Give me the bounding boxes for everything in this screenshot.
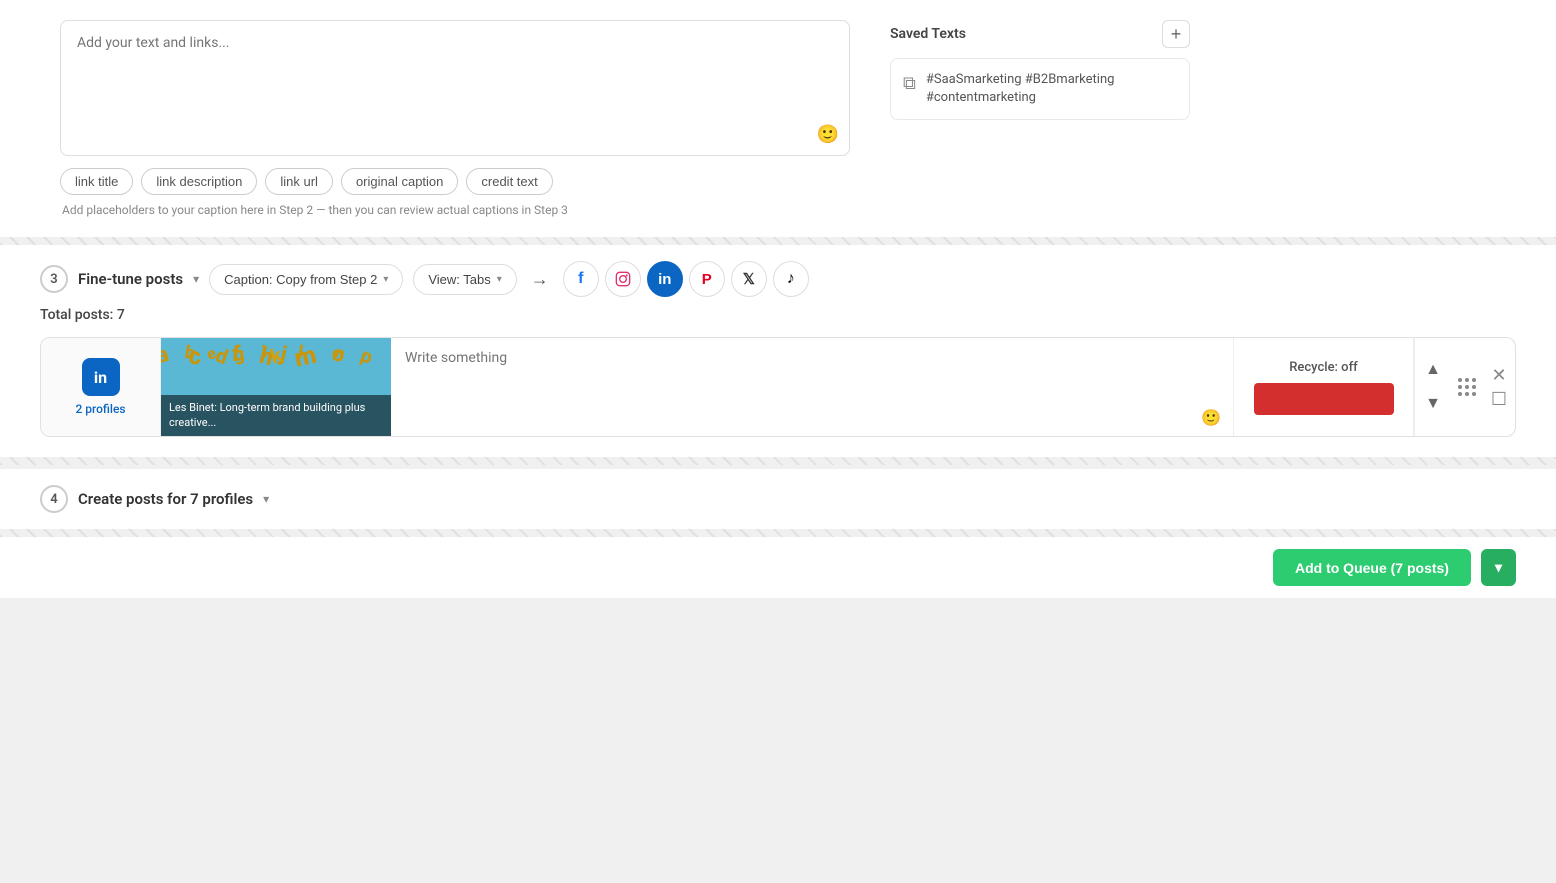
step4-title: Create posts for 7 profiles — [78, 490, 253, 508]
step4-chevron-icon: ▾ — [263, 492, 269, 506]
placeholder-hint: Add placeholders to your caption here in… — [60, 203, 850, 217]
view-dropdown[interactable]: View: Tabs ▾ — [413, 264, 516, 295]
arrow-right-icon: → — [531, 269, 549, 290]
step3-number: 3 — [40, 265, 68, 293]
post-image-col: a b c d e f g h i j k l m — [161, 338, 391, 436]
saved-texts-panel: Saved Texts + ⧉ #SaaSmarketing #B2Bmarke… — [890, 20, 1210, 217]
post-controls-col: ▲ ▼ — [1414, 338, 1515, 436]
expand-button[interactable]: ☐ — [1487, 387, 1511, 411]
social-icons-group: f in P 𝕏 ♪ — [563, 261, 809, 297]
twitter-social-btn[interactable]: 𝕏 — [731, 261, 767, 297]
post-recycle-col: Recycle: off — [1234, 338, 1414, 436]
post-image-caption: Les Binet: Long-term brand building plus… — [161, 395, 391, 436]
saved-texts-header: Saved Texts + — [890, 20, 1190, 48]
recycle-label: Recycle: off — [1289, 360, 1358, 375]
caption-dropdown[interactable]: Caption: Copy from Step 2 ▾ — [209, 264, 403, 295]
link-description-tag[interactable]: link description — [141, 168, 257, 195]
step3-section: 3 Fine-tune posts ▾ Caption: Copy from S… — [0, 245, 1556, 457]
dots-icon — [1458, 378, 1476, 396]
saved-text-content: #SaaSmarketing #B2Bmarketing #contentmar… — [926, 71, 1177, 107]
post-text-col: 🙂 — [391, 338, 1234, 436]
saved-text-item: ⧉ #SaaSmarketing #B2Bmarketing #contentm… — [890, 58, 1190, 120]
post-card: in 2 profiles a b c d e f — [40, 337, 1516, 437]
linkedin-in-text: in — [94, 368, 107, 387]
total-posts-label: Total posts: 7 — [40, 307, 1516, 323]
emoji-button[interactable]: 🙂 — [817, 124, 839, 145]
recycle-bar[interactable] — [1254, 383, 1394, 415]
linkedin-profile-icon: in — [82, 358, 120, 396]
step4-section: 4 Create posts for 7 profiles ▾ — [0, 469, 1556, 529]
placeholder-tags: link title link description link url ori… — [60, 168, 850, 195]
step3-title: Fine-tune posts — [78, 270, 183, 288]
text-input-area: 🙂 link title link description link url o… — [0, 20, 870, 217]
section-gap-3 — [0, 529, 1556, 537]
top-section: 🙂 link title link description link url o… — [0, 0, 1556, 237]
caption-dropdown-label: Caption: Copy from Step 2 — [224, 272, 377, 287]
tiktok-social-btn[interactable]: ♪ — [773, 261, 809, 297]
caption-chevron-icon: ▾ — [383, 274, 388, 285]
caption-textarea[interactable] — [61, 21, 849, 151]
section-gap-1 — [0, 237, 1556, 245]
post-profile-col: in 2 profiles — [41, 338, 161, 436]
step3-chevron-icon: ▾ — [193, 272, 199, 286]
action-col: ✕ ☐ — [1483, 363, 1515, 411]
step3-header-wrapper: 3 Fine-tune posts ▾ Caption: Copy from S… — [0, 245, 1556, 297]
view-dropdown-label: View: Tabs — [428, 272, 490, 287]
move-down-button[interactable]: ▼ — [1421, 392, 1445, 416]
credit-text-tag[interactable]: credit text — [466, 168, 552, 195]
page-wrapper: 🙂 link title link description link url o… — [0, 0, 1556, 883]
copy-icon[interactable]: ⧉ — [903, 73, 916, 94]
add-to-queue-arrow-button[interactable]: ▾ — [1481, 549, 1516, 586]
linkedin-social-btn[interactable]: in — [647, 261, 683, 297]
step4-number: 4 — [40, 485, 68, 513]
original-caption-tag[interactable]: original caption — [341, 168, 458, 195]
bottom-bar: Add to Queue (7 posts) ▾ — [0, 537, 1556, 598]
add-to-queue-button[interactable]: Add to Queue (7 posts) — [1273, 549, 1471, 586]
step3-header: 3 Fine-tune posts ▾ Caption: Copy from S… — [40, 261, 1516, 297]
facebook-social-btn[interactable]: f — [563, 261, 599, 297]
posts-container: Total posts: 7 in 2 profiles a — [0, 297, 1556, 457]
step4-header: 4 Create posts for 7 profiles ▾ — [40, 485, 1516, 513]
close-button[interactable]: ✕ — [1487, 363, 1511, 387]
dots-col — [1451, 375, 1483, 399]
arrows-col: ▲ ▼ — [1415, 358, 1451, 416]
instagram-social-btn[interactable] — [605, 261, 641, 297]
saved-texts-title: Saved Texts — [890, 26, 966, 42]
link-title-tag[interactable]: link title — [60, 168, 133, 195]
move-up-button[interactable]: ▲ — [1421, 358, 1445, 382]
pinterest-social-btn[interactable]: P — [689, 261, 725, 297]
add-saved-text-button[interactable]: + — [1162, 20, 1190, 48]
caption-textarea-wrapper: 🙂 — [60, 20, 850, 156]
profiles-count: 2 profiles — [75, 402, 125, 416]
section-gap-2 — [0, 457, 1556, 465]
link-url-tag[interactable]: link url — [265, 168, 333, 195]
post-write-textarea[interactable] — [405, 350, 1219, 420]
view-chevron-icon: ▾ — [497, 274, 502, 285]
post-emoji-button[interactable]: 🙂 — [1201, 408, 1221, 428]
dots-menu-button[interactable] — [1455, 375, 1479, 399]
